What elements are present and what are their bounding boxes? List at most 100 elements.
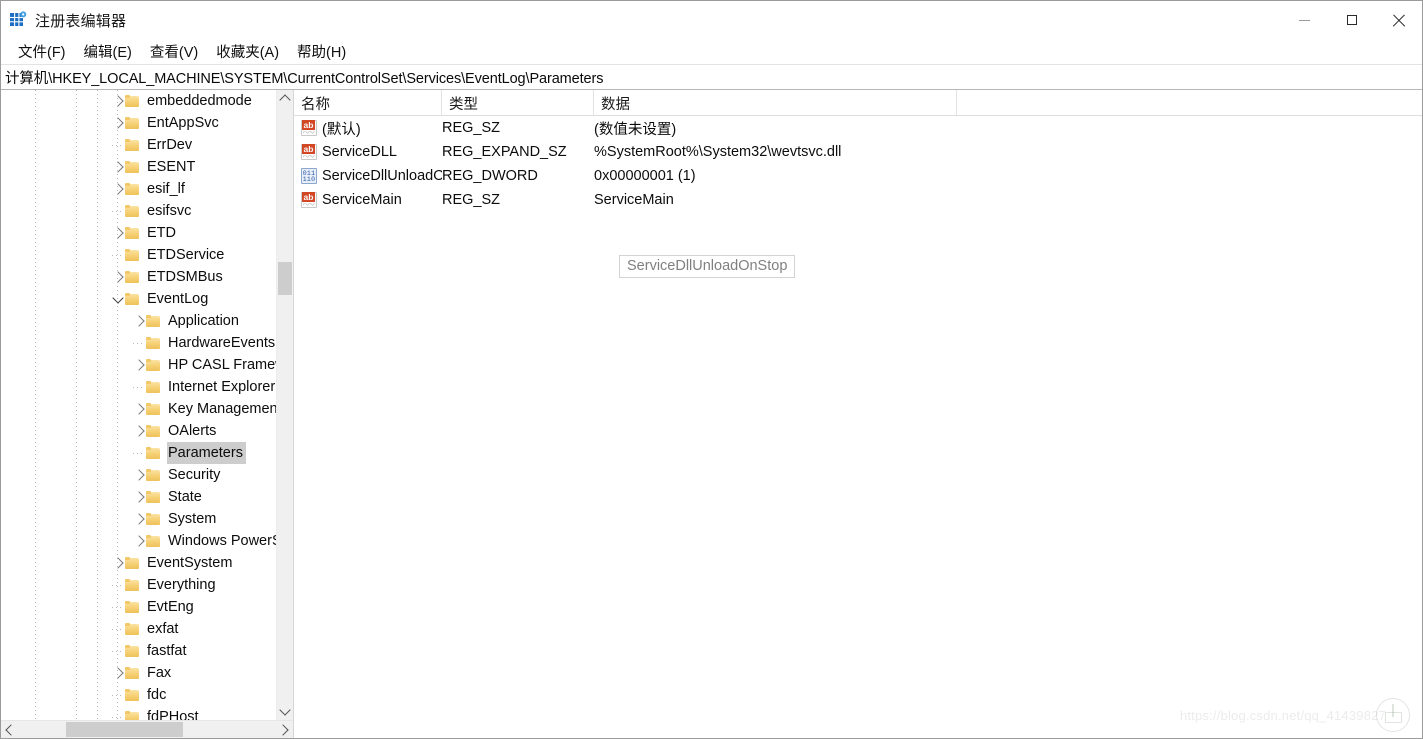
tree-item-evteng[interactable]: EvtEng (1, 596, 276, 618)
scroll-right-button[interactable] (276, 721, 293, 738)
chevron-right-icon[interactable] (109, 552, 125, 574)
tree-item-oalerts[interactable]: OAlerts (1, 420, 276, 442)
horizontal-scroll-track[interactable] (18, 721, 276, 738)
chevron-right-icon[interactable] (109, 662, 125, 684)
tree-horizontal-scrollbar[interactable] (1, 720, 293, 738)
chevron-right-icon[interactable] (109, 178, 125, 200)
tree-item-etdsmbus[interactable]: ETDSMBus (1, 266, 276, 288)
tree-item-fdc[interactable]: fdc (1, 684, 276, 706)
tree-item-etd[interactable]: ETD (1, 222, 276, 244)
chevron-right-icon[interactable] (109, 156, 125, 178)
table-row[interactable]: ab (默认) REG_SZ (数值未设置) (294, 116, 1422, 140)
tree-item-state[interactable]: State (1, 486, 276, 508)
chevron-down-icon[interactable] (109, 288, 125, 310)
tree-elbow (109, 640, 125, 662)
chevron-right-glyph (111, 667, 124, 679)
chevron-right-icon[interactable] (109, 222, 125, 244)
chevron-right-icon[interactable] (130, 508, 146, 530)
folder-icon (146, 380, 161, 394)
tree-item-etdservice[interactable]: ETDService (1, 244, 276, 266)
tree-item-fastfat[interactable]: fastfat (1, 640, 276, 662)
tree-item-internet-explorer[interactable]: Internet Explorer (1, 376, 276, 398)
tree-item-label: HardwareEvents (168, 335, 276, 351)
tree-item-fax[interactable]: Fax (1, 662, 276, 684)
vertical-scroll-thumb[interactable] (278, 262, 292, 295)
tree-item-label: fastfat (147, 643, 187, 659)
chevron-right-icon[interactable] (109, 112, 125, 134)
tree-item-key-management-service[interactable]: Key Management Service (1, 398, 276, 420)
tree-item-eventsystem[interactable]: EventSystem (1, 552, 276, 574)
folder-icon (125, 94, 140, 108)
column-header-data[interactable]: 数据 (594, 90, 957, 115)
chevron-right-icon[interactable] (130, 310, 146, 332)
menu-edit[interactable]: 编辑(E) (75, 39, 141, 65)
chevron-right-glyph (132, 315, 145, 327)
string-value-icon: ab (301, 144, 317, 160)
tree-item-hardwareevents[interactable]: HardwareEvents (1, 332, 276, 354)
menu-help[interactable]: 帮助(H) (288, 39, 355, 65)
tree-elbow (109, 684, 125, 706)
string-underline-glyph (303, 202, 315, 206)
tree-item-esent[interactable]: ESENT (1, 156, 276, 178)
column-header-type[interactable]: 类型 (442, 90, 594, 115)
vertical-scroll-track[interactable] (277, 107, 293, 703)
menu-view[interactable]: 查看(V) (141, 39, 207, 65)
folder-icon (125, 226, 140, 240)
scroll-up-button[interactable] (277, 90, 293, 107)
tree-item-parameters[interactable]: Parameters (1, 442, 276, 464)
value-type-cell: REG_SZ (442, 120, 501, 136)
chevron-right-icon[interactable] (109, 266, 125, 288)
scroll-up-icon (279, 94, 291, 106)
tree-item-label: Windows PowerShell (168, 533, 276, 549)
folder-icon (125, 138, 140, 152)
folder-icon (125, 644, 140, 658)
tree-item-eventlog[interactable]: EventLog (1, 288, 276, 310)
maximize-button[interactable] (1328, 1, 1375, 39)
horizontal-scroll-thumb[interactable] (66, 722, 183, 737)
tree-item-esifsvc[interactable]: esifsvc (1, 200, 276, 222)
folder-icon (146, 358, 161, 372)
chevron-right-icon[interactable] (130, 464, 146, 486)
tree-item-label: ErrDev (147, 137, 193, 153)
scroll-down-icon (279, 704, 291, 716)
chevron-right-icon[interactable] (130, 354, 146, 376)
table-row[interactable]: ab ServiceDLL REG_EXPAND_SZ %SystemRoot%\Sy… (294, 140, 1422, 164)
folder-icon (125, 160, 140, 174)
folder-icon (146, 446, 161, 460)
value-type-cell: REG_EXPAND_SZ (442, 144, 567, 160)
chevron-right-icon[interactable] (130, 398, 146, 420)
column-header-name[interactable]: 名称 (294, 90, 442, 115)
scroll-down-button[interactable] (277, 703, 293, 720)
tree-item-fdphost[interactable]: fdPHost (1, 706, 276, 720)
chevron-right-icon[interactable] (130, 486, 146, 508)
tree-item-application[interactable]: Application (1, 310, 276, 332)
tree-item-exfat[interactable]: exfat (1, 618, 276, 640)
table-row[interactable]: 011110 ServiceDllUnloadOnStopREG_DWORD 0x0… (294, 164, 1422, 188)
close-button[interactable] (1375, 1, 1422, 39)
tree-item-entappsvc[interactable]: EntAppSvc (1, 112, 276, 134)
chevron-right-glyph (111, 557, 124, 569)
scroll-left-button[interactable] (1, 721, 18, 738)
tree-item-label: fdPHost (147, 709, 199, 720)
tree-item-hp-casl-framework[interactable]: HP CASL Framework (1, 354, 276, 376)
chevron-right-icon[interactable] (130, 420, 146, 442)
tree-item-label: Internet Explorer (168, 379, 276, 395)
chevron-right-icon[interactable] (130, 530, 146, 552)
tree-item-embeddedmode[interactable]: embeddedmode (1, 90, 276, 112)
table-row[interactable]: ab ServiceMain REG_SZ ServiceMain (294, 188, 1422, 212)
tree-item-esif-lf[interactable]: esif_lf (1, 178, 276, 200)
tree-item-windows-powershell[interactable]: Windows PowerShell (1, 530, 276, 552)
registry-icon (9, 11, 27, 29)
tree-item-everything[interactable]: Everything (1, 574, 276, 596)
tree-item-errdev[interactable]: ErrDev (1, 134, 276, 156)
minimize-button[interactable] (1281, 1, 1328, 39)
address-bar[interactable]: 计算机\HKEY_LOCAL_MACHINE\SYSTEM\CurrentCon… (1, 65, 1422, 90)
menu-favorites[interactable]: 收藏夹(A) (207, 39, 288, 65)
content-area: embeddedmode EntAppSvc ErrDev ESENT esif_lf e… (1, 90, 1422, 738)
tree-item-security[interactable]: Security (1, 464, 276, 486)
registry-value-rows: ab (默认) REG_SZ (数值未设置) ab ServiceDLL REG_EXPAN… (294, 116, 1422, 738)
chevron-right-icon[interactable] (109, 90, 125, 112)
menu-file[interactable]: 文件(F) (9, 39, 75, 65)
tree-vertical-scrollbar[interactable] (276, 90, 293, 720)
tree-item-system[interactable]: System (1, 508, 276, 530)
